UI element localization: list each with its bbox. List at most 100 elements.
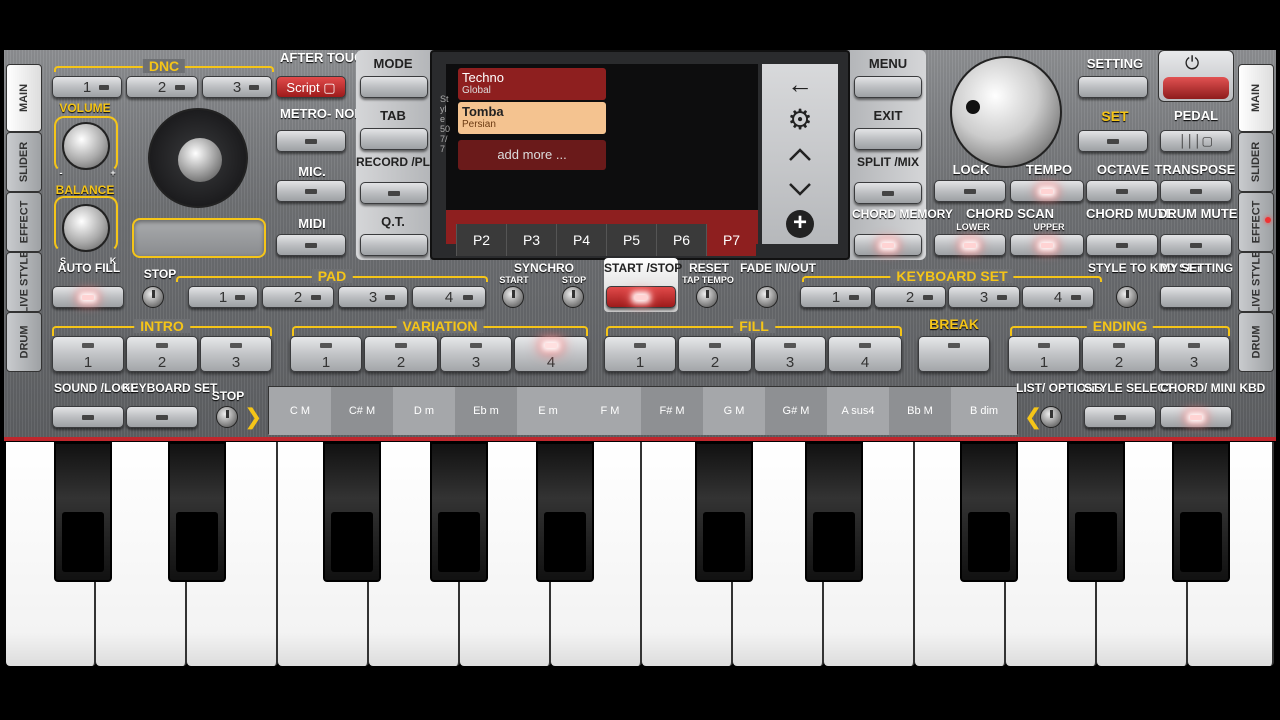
variation-button-1[interactable]: 1 — [290, 336, 362, 372]
page-tab-p5[interactable]: P5 — [606, 224, 656, 256]
chord-cell[interactable]: Eb m — [455, 387, 517, 435]
fill-button-1[interactable]: 1 — [604, 336, 676, 372]
pad-button-1[interactable]: 1 — [188, 286, 258, 308]
style-select-button[interactable] — [1084, 406, 1156, 428]
black-key[interactable] — [168, 442, 226, 582]
side-tab-live-style-right[interactable]: LIVE STYLE — [1238, 251, 1274, 313]
chord-scan-lower-button[interactable] — [934, 234, 1006, 256]
intro-button-2[interactable]: 2 — [126, 336, 198, 372]
dnc-button-3[interactable]: 3 — [202, 76, 272, 98]
page-tab-p7[interactable]: P7 — [706, 224, 756, 256]
mic-button[interactable] — [276, 180, 346, 202]
chevron-down-icon[interactable] — [784, 176, 816, 202]
sound-loop-button[interactable] — [52, 406, 124, 428]
chord-cell[interactable]: D m — [393, 387, 455, 435]
metronome-button[interactable] — [276, 130, 346, 152]
transpose-button[interactable] — [1160, 180, 1232, 202]
chord-mini-kbd-button[interactable] — [1160, 406, 1232, 428]
side-tab-effect-right[interactable]: EFFECT — [1238, 192, 1274, 252]
dnc-button-2[interactable]: 2 — [126, 76, 198, 98]
intro-button-3[interactable]: 3 — [200, 336, 272, 372]
tempo-dial[interactable] — [950, 56, 1062, 168]
keyboard-set-button-4[interactable]: 4 — [1022, 286, 1094, 308]
record-play-button[interactable] — [360, 182, 428, 204]
chord-cell[interactable]: C# M — [331, 387, 393, 435]
page-tab-p3[interactable]: P3 — [506, 224, 556, 256]
chevron-right-icon[interactable]: ❯ — [244, 406, 262, 428]
black-key[interactable] — [1172, 442, 1230, 582]
joystick-base[interactable] — [148, 108, 248, 208]
fill-button-4[interactable]: 4 — [828, 336, 902, 372]
add-circle-icon[interactable]: + — [786, 210, 814, 238]
black-key[interactable] — [805, 442, 863, 582]
variation-button-4[interactable]: 4 — [514, 336, 588, 372]
ending-button-2[interactable]: 2 — [1082, 336, 1156, 372]
after-touch-script-button[interactable]: Script ▢ — [276, 76, 346, 98]
style-item-techno[interactable]: Techno Global — [458, 68, 606, 100]
midi-button[interactable] — [276, 234, 346, 256]
synchro-stop-knob[interactable] — [562, 286, 584, 308]
touch-pad[interactable] — [132, 218, 266, 258]
chord-cell[interactable]: F# M — [641, 387, 703, 435]
variation-button-3[interactable]: 3 — [440, 336, 512, 372]
black-key[interactable] — [323, 442, 381, 582]
drum-mute-button[interactable] — [1160, 234, 1232, 256]
qt-button[interactable] — [360, 234, 428, 256]
pad-stop-knob[interactable] — [142, 286, 164, 308]
pad-button-4[interactable]: 4 — [412, 286, 486, 308]
split-mix-button[interactable] — [854, 182, 922, 204]
chord-stop-knob[interactable] — [216, 406, 238, 428]
chord-mute-button[interactable] — [1086, 234, 1158, 256]
black-key[interactable] — [1067, 442, 1125, 582]
side-tab-slider-left[interactable]: SLIDER — [6, 132, 42, 192]
side-tab-effect-left[interactable]: EFFECT — [6, 192, 42, 252]
chord-cell[interactable]: G M — [703, 387, 765, 435]
tab-button[interactable] — [360, 128, 428, 150]
auto-fill-button[interactable] — [52, 286, 124, 308]
chord-cell[interactable]: Bb M — [889, 387, 951, 435]
my-setting-button[interactable] — [1160, 286, 1232, 308]
set-button[interactable] — [1078, 130, 1148, 152]
pad-button-3[interactable]: 3 — [338, 286, 408, 308]
keyboard-set2-button[interactable] — [126, 406, 198, 428]
reset-knob[interactable] — [696, 286, 718, 308]
side-tab-drum-left[interactable]: DRUM — [6, 312, 42, 372]
style-to-kbd-knob[interactable] — [1116, 286, 1138, 308]
power-button[interactable] — [1163, 77, 1229, 99]
page-tab-p6[interactable]: P6 — [656, 224, 706, 256]
pedal-button[interactable]: │││▢ — [1160, 130, 1232, 152]
chord-cell[interactable]: F M — [579, 387, 641, 435]
back-arrow-icon[interactable]: ← — [784, 70, 816, 98]
fade-knob[interactable] — [756, 286, 778, 308]
chord-cell[interactable]: G# M — [765, 387, 827, 435]
break-button[interactable] — [918, 336, 990, 372]
keyboard-set-button-1[interactable]: 1 — [800, 286, 872, 308]
fill-button-3[interactable]: 3 — [754, 336, 826, 372]
black-key[interactable] — [695, 442, 753, 582]
chord-cell[interactable]: E m — [517, 387, 579, 435]
keyboard-set-button-2[interactable]: 2 — [874, 286, 946, 308]
black-key[interactable] — [960, 442, 1018, 582]
pad-button-2[interactable]: 2 — [262, 286, 334, 308]
variation-button-2[interactable]: 2 — [364, 336, 438, 372]
chord-cell[interactable]: B dim — [951, 387, 1017, 435]
chord-scan-upper-button[interactable] — [1010, 234, 1084, 256]
start-stop-button[interactable] — [606, 286, 676, 308]
black-key[interactable] — [54, 442, 112, 582]
dnc-button-1[interactable]: 1 — [52, 76, 122, 98]
side-tab-slider-right[interactable]: SLIDER — [1238, 132, 1274, 192]
chevron-up-icon[interactable] — [784, 142, 816, 168]
side-tab-main-right[interactable]: MAIN — [1238, 64, 1274, 132]
ending-button-1[interactable]: 1 — [1008, 336, 1080, 372]
keyboard-set-button-3[interactable]: 3 — [948, 286, 1020, 308]
chord-cell[interactable]: A sus4 — [827, 387, 889, 435]
style-item-tomba[interactable]: Tomba Persian — [458, 102, 606, 134]
side-tab-live-style-left[interactable]: LIVE STYLE — [6, 251, 42, 313]
intro-button-1[interactable]: 1 — [52, 336, 124, 372]
ending-button-3[interactable]: 3 — [1158, 336, 1230, 372]
joystick-knob[interactable] — [178, 138, 222, 182]
chord-cell[interactable]: C M — [269, 387, 331, 435]
mode-button[interactable] — [360, 76, 428, 98]
page-tab-p2[interactable]: P2 — [456, 224, 506, 256]
synchro-start-knob[interactable] — [502, 286, 524, 308]
